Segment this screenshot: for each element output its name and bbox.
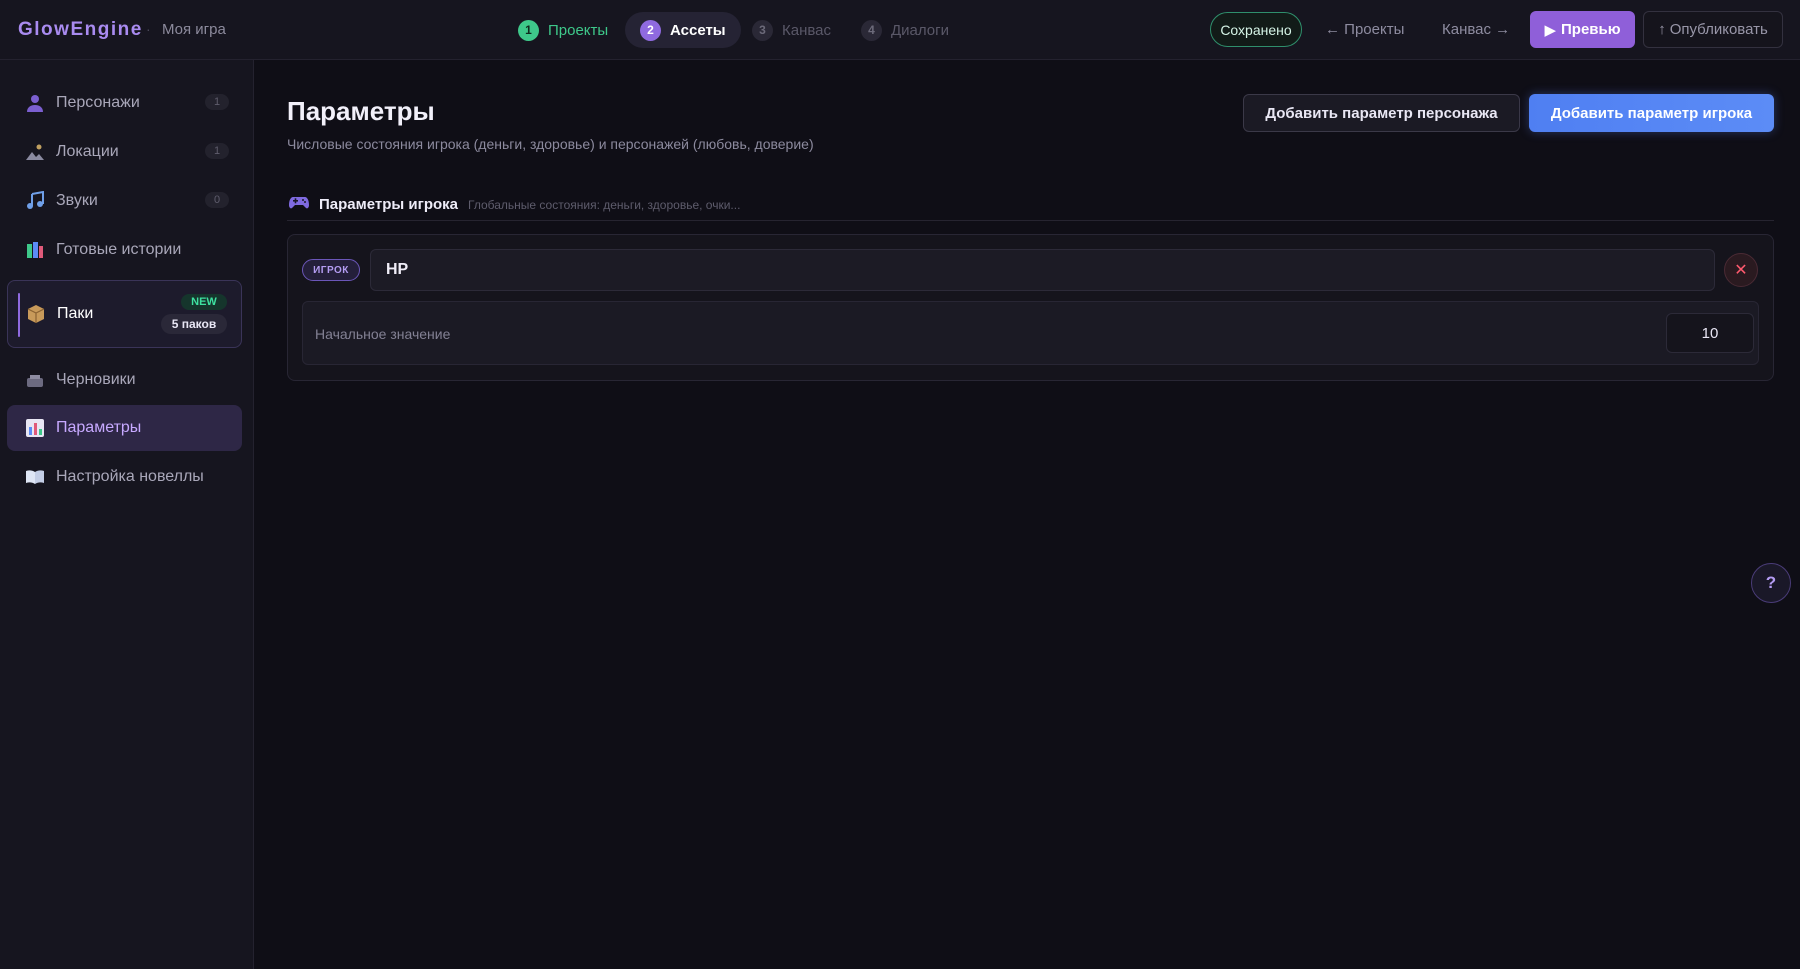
preview-label: Превью: [1561, 21, 1621, 38]
sidebar: Персонажи 1 Локации 1 Звуки 0 Готовые ис…: [0, 60, 254, 969]
page-title: Параметры: [287, 96, 435, 126]
top-bar: GlowEngine · Моя игра 1 Проекты 2 Ассеты…: [0, 0, 1800, 60]
saved-status-badge: Сохранено: [1210, 12, 1302, 47]
add-character-param-button[interactable]: Добавить параметр персонажа: [1243, 94, 1520, 132]
publish-button[interactable]: ↑ Опубликовать: [1643, 11, 1783, 48]
count-badge: 1: [205, 94, 229, 110]
sidebar-item-novel-settings[interactable]: Настройка новеллы: [7, 454, 242, 500]
count-badge: 1: [205, 143, 229, 159]
new-badge: NEW: [181, 294, 227, 310]
forward-to-canvas-link[interactable]: Канвас →: [1442, 21, 1510, 38]
step-label: Канвас: [782, 21, 832, 39]
play-icon: ▶: [1544, 21, 1556, 39]
brand-separator: ·: [146, 21, 151, 37]
drafts-icon: [24, 369, 46, 391]
initial-value-label: Начальное значение: [315, 326, 451, 342]
sidebar-item-label: Настройка новеллы: [56, 468, 204, 485]
step-number: 3: [752, 19, 773, 41]
music-note-icon: [24, 190, 46, 212]
sidebar-item-ready-stories[interactable]: Готовые истории: [7, 227, 242, 273]
initial-value-row: Начальное значение: [302, 301, 1759, 365]
sidebar-item-label: Звуки: [56, 192, 98, 209]
close-icon: ✕: [1734, 262, 1748, 279]
section-hint: Глобальные состояния: деньги, здоровье, …: [468, 198, 741, 212]
step-assets[interactable]: 2 Ассеты: [625, 12, 741, 48]
add-player-param-button[interactable]: Добавить параметр игрока: [1529, 94, 1774, 132]
preview-button[interactable]: ▶ Превью: [1530, 11, 1635, 48]
section-title: Параметры игрока: [319, 196, 458, 213]
param-name-input[interactable]: [370, 249, 1715, 291]
sidebar-item-packs[interactable]: Паки NEW 5 паков: [7, 280, 242, 348]
sidebar-item-label: Паки: [57, 305, 94, 322]
step-label: Проекты: [548, 21, 609, 39]
sidebar-item-label: Готовые истории: [56, 241, 182, 258]
sidebar-item-locations[interactable]: Локации 1: [7, 129, 242, 175]
help-button[interactable]: ?: [1751, 563, 1791, 603]
count-badge: 0: [205, 192, 229, 208]
publish-label: Опубликовать: [1669, 21, 1768, 38]
step-number: 2: [640, 19, 661, 41]
initial-value-input[interactable]: [1666, 313, 1754, 353]
sidebar-item-label: Локации: [56, 143, 119, 160]
player-params-section-header: Параметры игрока Глобальные состояния: д…: [287, 193, 1774, 221]
step-number: 1: [518, 19, 539, 41]
sidebar-item-label: Черновики: [56, 371, 136, 388]
gamepad-icon: [289, 194, 309, 215]
person-icon: [24, 92, 46, 114]
step-label: Ассеты: [670, 21, 726, 39]
sidebar-item-label: Параметры: [56, 419, 142, 436]
book-icon: [24, 466, 46, 488]
step-number: 4: [861, 19, 882, 41]
page-subtitle: Числовые состояния игрока (деньги, здоро…: [287, 136, 814, 152]
step-canvas[interactable]: 3 Канвас: [737, 12, 846, 48]
brand-logo[interactable]: GlowEngine: [18, 19, 143, 41]
package-icon: [25, 303, 47, 325]
player-chip: ИГРОК: [302, 259, 360, 281]
sidebar-item-drafts[interactable]: Черновики: [7, 357, 242, 403]
sidebar-item-characters[interactable]: Персонажи 1: [7, 80, 242, 126]
player-param-card: ИГРОК ✕ Начальное значение: [287, 234, 1774, 381]
step-projects[interactable]: 1 Проекты: [503, 12, 623, 48]
upload-icon: ↑: [1658, 21, 1666, 38]
project-name: Моя игра: [162, 21, 226, 38]
location-icon: [24, 141, 46, 163]
books-icon: [24, 239, 46, 261]
sidebar-item-sounds[interactable]: Звуки 0: [7, 178, 242, 224]
back-to-projects-link[interactable]: ← Проекты: [1325, 21, 1404, 38]
chart-icon: [24, 417, 46, 439]
step-dialogs[interactable]: 4 Диалоги: [846, 12, 964, 48]
packs-count-badge: 5 паков: [161, 314, 227, 334]
delete-param-button[interactable]: ✕: [1724, 253, 1758, 287]
sidebar-item-label: Персонажи: [56, 94, 140, 111]
sidebar-item-parameters[interactable]: Параметры: [7, 405, 242, 451]
step-label: Диалоги: [891, 21, 949, 39]
